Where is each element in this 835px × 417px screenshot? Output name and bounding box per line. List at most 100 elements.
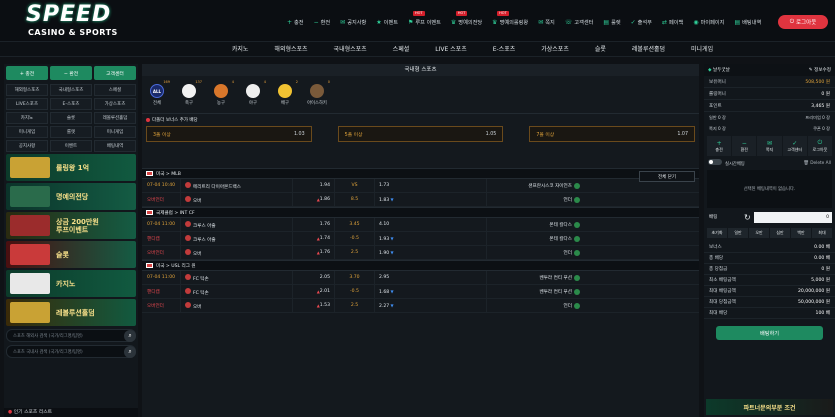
search-icon[interactable]: ⌕ bbox=[124, 346, 136, 358]
left-menu-item[interactable]: 가상스포츠 bbox=[94, 98, 136, 110]
main-nav-item[interactable]: LIVE 스포츠 bbox=[422, 42, 479, 57]
draw-cell[interactable]: VS bbox=[334, 178, 374, 193]
main-nav-item[interactable]: 해외형스포츠 bbox=[261, 42, 320, 57]
left-menu-item[interactable]: 미니게임 bbox=[6, 126, 48, 138]
top-nav-item[interactable]: ✓ 출석부 bbox=[626, 14, 657, 30]
away-odds-cell[interactable]: 2.27 ▼ bbox=[374, 298, 486, 313]
home-odds-cell[interactable]: ▲ 1.74 bbox=[292, 231, 334, 246]
left-menu-item[interactable]: 레볼루션홀덤 bbox=[94, 112, 136, 124]
top-nav-item[interactable]: ✉ 공지사항 bbox=[335, 14, 371, 30]
main-nav-item[interactable]: 가상스포츠 bbox=[528, 42, 582, 57]
bonus-option[interactable]: 3폴 이상 1.03 bbox=[146, 126, 312, 142]
away-team-cell[interactable]: 몬테 칼다스 bbox=[486, 217, 586, 232]
away-team-cell[interactable]: 언더 bbox=[486, 192, 586, 207]
draw-cell[interactable]: -0.5 bbox=[334, 231, 374, 246]
top-nav-item[interactable]: ⇄ 페이백 bbox=[657, 14, 688, 30]
left-menu-item[interactable]: 룰렛 bbox=[50, 126, 92, 138]
draw-cell[interactable]: 3.70 bbox=[334, 270, 374, 285]
draw-cell[interactable]: 3.45 bbox=[334, 217, 374, 232]
left-menu-item[interactable]: 슬롯 bbox=[50, 112, 92, 124]
promo-banner[interactable]: 상금 200만원 루프이벤트 bbox=[6, 212, 136, 239]
top-nav-item[interactable]: ▤ 룰렛 bbox=[598, 14, 625, 30]
left-menu-item[interactable]: 미니게임 bbox=[94, 126, 136, 138]
main-nav-item[interactable]: 카지노 bbox=[219, 42, 262, 57]
league-header[interactable]: 미국 > USL 리그 원 bbox=[142, 260, 699, 271]
bet-chip[interactable]: 십만 bbox=[770, 228, 790, 238]
bet-chip[interactable]: 초기화 bbox=[707, 228, 727, 238]
away-odds-cell[interactable]: 1.83 ▼ bbox=[374, 192, 486, 207]
draw-cell[interactable]: 2.5 bbox=[334, 245, 374, 260]
promo-banner[interactable]: 명예의전당 bbox=[6, 183, 136, 210]
promo-banner[interactable]: 레볼루션홀덤 bbox=[6, 299, 136, 326]
top-nav-item[interactable]: ▤ 배팅내역 bbox=[729, 14, 766, 30]
edit-profile-link[interactable]: ✎ 정보수정 bbox=[809, 67, 831, 73]
away-odds-cell[interactable]: 1.73 bbox=[374, 178, 486, 193]
search-input-overseas[interactable]: 스포츠 해외사 검색 (국가/리그명/팀명) ⌕ bbox=[6, 329, 136, 342]
main-nav-item[interactable]: 스페셜 bbox=[380, 42, 423, 57]
home-team-cell[interactable]: 오버 bbox=[180, 245, 292, 260]
sport-tab[interactable]: 2 배구 bbox=[274, 80, 298, 113]
collapse-all-button[interactable]: 전체 닫기 bbox=[639, 171, 695, 182]
left-menu-item[interactable]: 이벤트 bbox=[50, 140, 92, 152]
promo-banner[interactable]: 카지노 bbox=[6, 270, 136, 297]
home-odds-cell[interactable]: 1.94 bbox=[292, 178, 334, 193]
sport-tab[interactable]: 0 아이스하키 bbox=[306, 80, 330, 113]
home-team-cell[interactable]: FC 턱손 bbox=[180, 284, 292, 299]
away-odds-cell[interactable]: 1.68 ▼ bbox=[374, 284, 486, 299]
main-nav-item[interactable]: 국내형스포츠 bbox=[321, 42, 380, 57]
home-team-cell[interactable]: 메리트리 다이아몬드백스 bbox=[180, 178, 292, 193]
home-odds-cell[interactable]: ▲ 1.53 bbox=[292, 298, 334, 313]
away-team-cell[interactable]: 벤투라 컨티 푸션 bbox=[486, 270, 586, 285]
league-header[interactable]: 국제클럽 > INT CF bbox=[142, 207, 699, 218]
partner-banner[interactable]: 파트너문의부분 조건 bbox=[706, 399, 833, 415]
left-menu-item[interactable]: LIVE스포츠 bbox=[6, 98, 48, 110]
top-nav-item[interactable]: − 환전 bbox=[309, 14, 336, 30]
logo[interactable]: SPEED CASINO & SPORTS bbox=[26, 3, 124, 39]
away-odds-cell[interactable]: 2.95 bbox=[374, 270, 486, 285]
top-nav-item[interactable]: ★ 이벤트 bbox=[371, 14, 403, 30]
quick-action-button[interactable]: + 충전 bbox=[707, 136, 732, 156]
top-nav-item[interactable]: ☏ 고객센터 bbox=[560, 14, 599, 30]
home-team-cell[interactable]: 오버 bbox=[180, 192, 292, 207]
sport-tab[interactable]: 137 축구 bbox=[178, 80, 202, 113]
main-nav-item[interactable]: 레볼루션홀덤 bbox=[619, 42, 678, 57]
home-odds-cell[interactable]: ▲ 1.86 bbox=[292, 192, 334, 207]
logout-button[interactable]: ⏻ 로그아웃 bbox=[778, 15, 828, 29]
bet-amount-input[interactable]: 0 bbox=[753, 211, 832, 223]
popular-sports-list[interactable]: ● 인기 스포츠 리스트 bbox=[4, 408, 138, 417]
main-nav-item[interactable]: E-스포츠 bbox=[480, 42, 529, 57]
sport-tab[interactable]: 4 야구 bbox=[242, 80, 266, 113]
top-nav-item[interactable]: ◉ 마이페이지 bbox=[688, 14, 729, 30]
reset-icon[interactable]: ↻ bbox=[744, 213, 751, 222]
left-menu-item[interactable]: 스페셜 bbox=[94, 84, 136, 96]
left-top-button[interactable]: 고객센터 bbox=[94, 66, 136, 80]
sport-tab[interactable]: 4 농구 bbox=[210, 80, 234, 113]
search-input-domestic[interactable]: 스포츠 국내사 검색 (국가/리그명/팀명) ⌕ bbox=[6, 345, 136, 358]
toggle-switch[interactable] bbox=[708, 159, 722, 165]
quick-action-button[interactable]: ✉ 쪽지 bbox=[757, 136, 782, 156]
home-team-cell[interactable]: 크루스 아줄 bbox=[180, 217, 292, 232]
quick-action-button[interactable]: − 환전 bbox=[732, 136, 757, 156]
away-team-cell[interactable]: 벤투라 컨티 푸션 bbox=[486, 284, 586, 299]
away-odds-cell[interactable]: 1.90 ▼ bbox=[374, 245, 486, 260]
top-nav-item[interactable]: ♛ 명예의롤링왕 HOT bbox=[487, 11, 533, 30]
league-header[interactable]: 미국 > MLB bbox=[142, 168, 699, 179]
away-odds-cell[interactable]: 4.10 bbox=[374, 217, 486, 232]
search-icon[interactable]: ⌕ bbox=[124, 330, 136, 342]
draw-cell[interactable]: 2.5 bbox=[334, 298, 374, 313]
draw-cell[interactable]: -0.5 bbox=[334, 284, 374, 299]
bet-chip[interactable]: 백만 bbox=[791, 228, 811, 238]
sport-tab[interactable]: ALL 169 전체 bbox=[146, 80, 170, 113]
left-menu-item[interactable]: 해외형스포츠 bbox=[6, 84, 48, 96]
away-team-cell[interactable]: 언더 bbox=[486, 298, 586, 313]
top-nav-item[interactable]: ✉ 쪽지 bbox=[533, 14, 560, 30]
main-nav-item[interactable]: 슬롯 bbox=[582, 42, 619, 57]
away-odds-cell[interactable]: 1.93 ▼ bbox=[374, 231, 486, 246]
top-nav-item[interactable]: + 충전 bbox=[282, 14, 309, 30]
home-odds-cell[interactable]: ▲ 2.01 bbox=[292, 284, 334, 299]
away-team-cell[interactable]: 샌프란시스코 자이언츠 bbox=[486, 178, 586, 193]
home-odds-cell[interactable]: ▲ 1.76 bbox=[292, 245, 334, 260]
bet-chip[interactable]: 일만 bbox=[728, 228, 748, 238]
draw-cell[interactable]: 8.5 bbox=[334, 192, 374, 207]
home-team-cell[interactable]: FC 턱손 bbox=[180, 270, 292, 285]
